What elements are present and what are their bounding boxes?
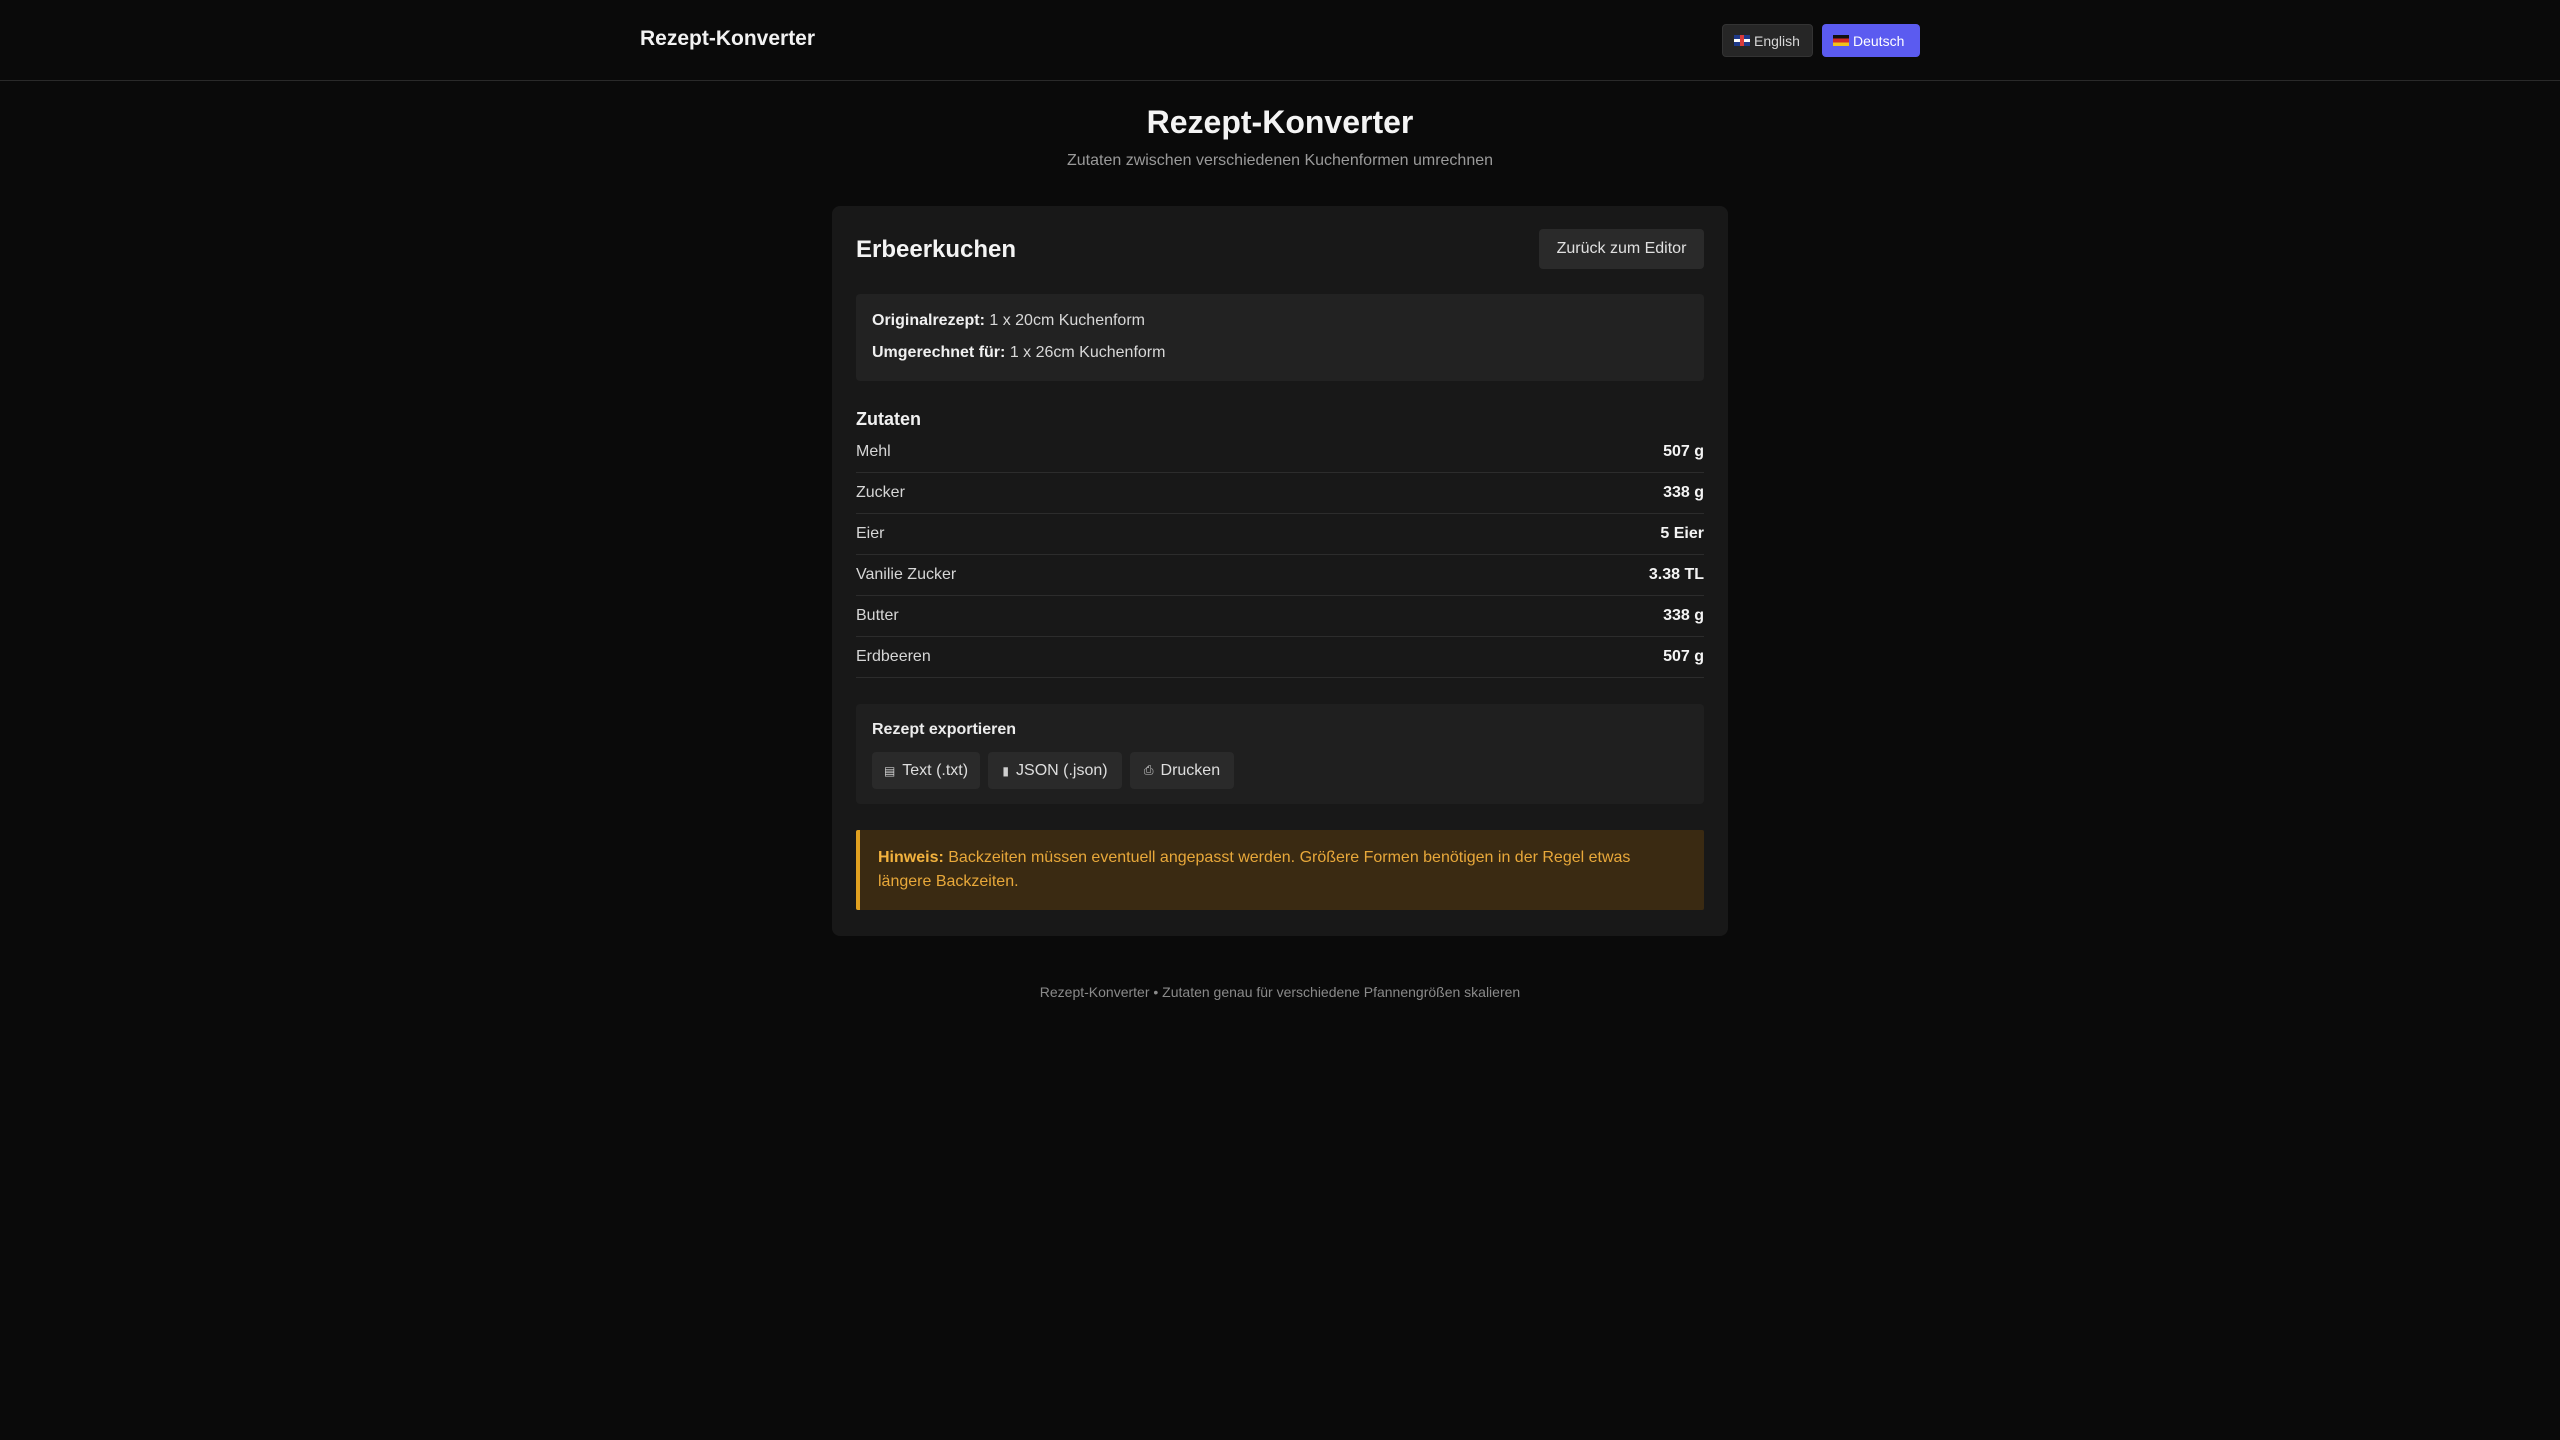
ingredient-quantity: 338 g xyxy=(1663,484,1704,501)
language-english-button[interactable]: English xyxy=(1722,24,1813,57)
converted-recipe-line: Umgerechnet für: 1 x 26cm Kuchenform xyxy=(872,344,1165,362)
uk-flag-icon xyxy=(1734,35,1750,46)
export-json-label: JSON (.json) xyxy=(1016,761,1108,779)
recipe-title: Erbeerkuchen xyxy=(856,236,1017,263)
brand-logo[interactable]: Rezept-Konverter xyxy=(640,27,815,51)
ingredients-heading: Zutaten xyxy=(856,409,921,429)
recipe-result-card: Erbeerkuchen Zurück zum Editor Originalr… xyxy=(832,206,1728,936)
ingredient-name: Butter xyxy=(856,607,899,624)
ingredient-row: Butter 338 g xyxy=(856,596,1704,637)
note-label: Hinweis: xyxy=(878,849,944,866)
export-section: Rezept exportieren ▤ Text (.txt) ▮ JSON … xyxy=(856,704,1704,804)
ingredient-name: Vanilie Zucker xyxy=(856,566,957,583)
export-txt-label: Text (.txt) xyxy=(902,761,969,779)
original-recipe-value: 1 x 20cm Kuchenform xyxy=(989,312,1145,329)
ingredient-quantity: 3.38 TL xyxy=(1648,566,1704,583)
page-footer: Rezept-Konverter • Zutaten genau für ver… xyxy=(1039,984,1521,1000)
printer-icon: ⎙ xyxy=(1143,763,1154,777)
export-heading: Rezept exportieren xyxy=(872,721,1017,738)
ingredient-quantity: 338 g xyxy=(1663,607,1704,624)
back-to-editor-button[interactable]: Zurück zum Editor xyxy=(1539,229,1704,269)
language-german-button[interactable]: Deutsch xyxy=(1822,24,1920,57)
converted-recipe-label: Umgerechnet für: xyxy=(872,344,1006,361)
ingredient-name: Zucker xyxy=(856,484,905,501)
conversion-info-box: Originalrezept: 1 x 20cm Kuchenform Umge… xyxy=(856,294,1704,381)
ingredients-list: Mehl 507 g Zucker 338 g Eier 5 Eier Vani… xyxy=(856,432,1704,678)
ingredient-quantity: 5 Eier xyxy=(1660,525,1704,542)
ingredient-row: Eier 5 Eier xyxy=(856,514,1704,555)
export-txt-button[interactable]: ▤ Text (.txt) xyxy=(872,752,980,789)
top-navbar: Rezept-Konverter English Deutsch xyxy=(0,0,2560,81)
original-recipe-label: Originalrezept: xyxy=(872,312,985,329)
original-recipe-line: Originalrezept: 1 x 20cm Kuchenform xyxy=(872,312,1145,330)
baking-time-note: Hinweis: Backzeiten müssen eventuell ang… xyxy=(856,830,1704,910)
ingredient-row: Mehl 507 g xyxy=(856,432,1704,473)
print-label: Drucken xyxy=(1160,761,1221,779)
ingredient-quantity: 507 g xyxy=(1663,443,1704,460)
bookmark-icon: ▮ xyxy=(1002,763,1010,778)
note-text: Backzeiten müssen eventuell angepasst we… xyxy=(878,849,1631,890)
language-english-label: English xyxy=(1754,32,1800,49)
ingredient-row: Erdbeeren 507 g xyxy=(856,637,1704,678)
converted-recipe-value: 1 x 26cm Kuchenform xyxy=(1009,344,1166,361)
print-button[interactable]: ⎙ Drucken xyxy=(1130,752,1234,789)
ingredient-row: Zucker 338 g xyxy=(856,473,1704,514)
document-icon: ▤ xyxy=(883,763,896,778)
german-flag-icon xyxy=(1833,35,1849,46)
ingredient-name: Erdbeeren xyxy=(856,648,931,665)
ingredient-name: Mehl xyxy=(856,443,891,460)
page-subtitle: Zutaten zwischen verschiedenen Kuchenfor… xyxy=(1066,152,1494,169)
export-json-button[interactable]: ▮ JSON (.json) xyxy=(988,752,1122,789)
ingredient-row: Vanilie Zucker 3.38 TL xyxy=(856,555,1704,596)
page-title: Rezept-Konverter xyxy=(1146,104,1414,140)
ingredient-name: Eier xyxy=(856,525,885,542)
ingredient-quantity: 507 g xyxy=(1663,648,1704,665)
language-german-label: Deutsch xyxy=(1853,32,1905,49)
